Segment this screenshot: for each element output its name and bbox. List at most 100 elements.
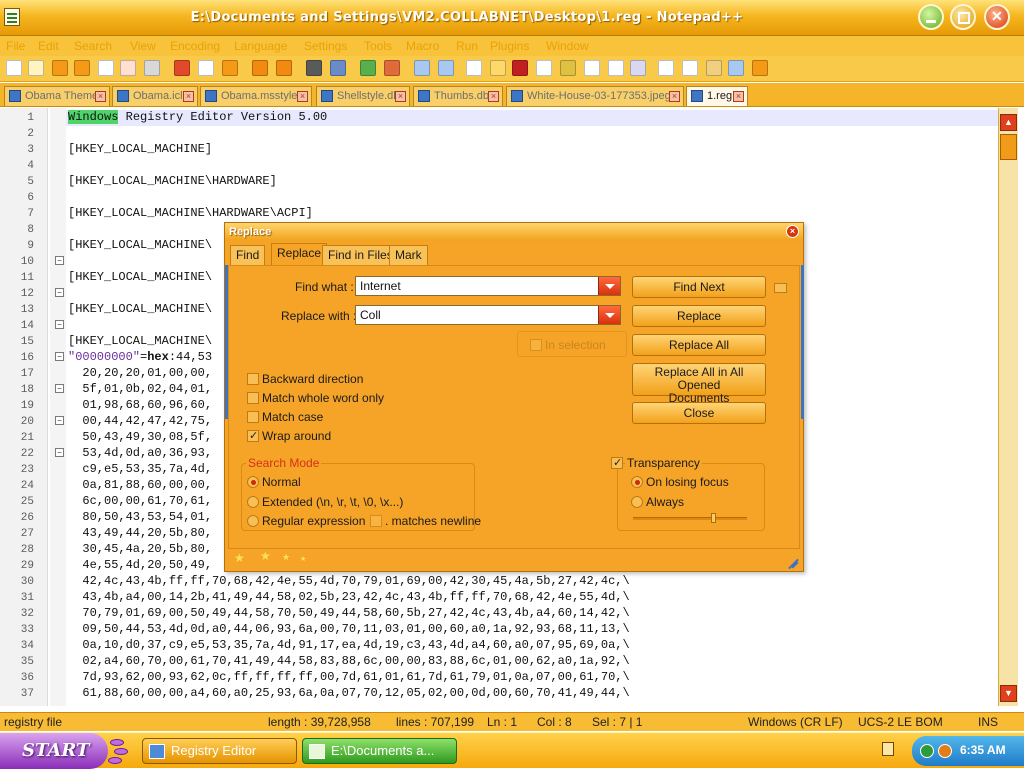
monitoring-icon[interactable] [630, 60, 646, 76]
tab-find[interactable]: Find [230, 245, 266, 265]
maximize-button[interactable] [950, 4, 976, 30]
menu-settings[interactable]: Settings [304, 39, 347, 53]
all-chars-icon[interactable] [490, 60, 506, 76]
fold-toggle[interactable]: − [55, 256, 64, 265]
zoom-out-icon[interactable] [384, 60, 400, 76]
match-whole-word-checkbox[interactable] [247, 392, 259, 404]
cut-icon[interactable] [174, 60, 190, 76]
open-file-icon[interactable] [28, 60, 44, 76]
save-all-icon[interactable] [74, 60, 90, 76]
menu-tools[interactable]: Tools [364, 39, 392, 53]
close-icon[interactable]: × [669, 91, 680, 102]
udl-icon[interactable] [536, 60, 552, 76]
menu-view[interactable]: View [130, 39, 156, 53]
minimize-button[interactable] [918, 4, 944, 30]
fold-toggle[interactable]: − [55, 320, 64, 329]
word-wrap-icon[interactable] [466, 60, 482, 76]
start-button[interactable]: START [0, 733, 108, 769]
save-icon[interactable] [52, 60, 68, 76]
find-what-combobox[interactable]: Internet [355, 276, 621, 296]
volume-icon[interactable] [938, 744, 952, 758]
status-ins[interactable]: INS [978, 715, 998, 729]
print-icon[interactable] [144, 60, 160, 76]
close-icon[interactable]: × [395, 91, 406, 102]
tab-mark[interactable]: Mark [389, 245, 428, 265]
fold-toggle[interactable]: − [55, 352, 64, 361]
menu-edit[interactable]: Edit [38, 39, 59, 53]
tab-obama-icl[interactable]: Obama.icl × [112, 86, 198, 106]
new-file-icon[interactable] [6, 60, 22, 76]
wrap-around-checkbox[interactable] [247, 429, 259, 442]
tab-find-in-files[interactable]: Find in Files [322, 245, 399, 265]
dropdown-arrow-icon[interactable] [598, 306, 620, 324]
transparency-checkbox[interactable] [611, 456, 623, 469]
copy-icon[interactable] [198, 60, 214, 76]
function-list-icon[interactable] [584, 60, 600, 76]
close-button[interactable] [984, 4, 1010, 30]
resize-grip-icon[interactable] [785, 553, 799, 567]
on-losing-focus-radio[interactable] [631, 476, 643, 488]
scroll-up-icon[interactable] [1000, 114, 1017, 131]
find-next-option[interactable] [774, 283, 787, 293]
close-icon[interactable]: × [733, 91, 744, 102]
always-radio[interactable] [631, 496, 643, 508]
close-icon[interactable]: × [297, 91, 308, 102]
matches-newline-checkbox[interactable] [370, 515, 382, 527]
close-icon[interactable]: × [183, 91, 194, 102]
tab-replace[interactable]: Replace [271, 243, 328, 265]
fold-toggle[interactable]: − [55, 384, 64, 393]
stop-macro-icon[interactable] [682, 60, 698, 76]
notepad-app-icon[interactable] [4, 8, 20, 26]
vertical-scrollbar[interactable] [998, 108, 1018, 706]
close-file-icon[interactable] [98, 60, 114, 76]
transparency-slider[interactable] [633, 517, 747, 520]
tab-obama-theme[interactable]: Obama Theme × [4, 86, 110, 106]
fold-toggle[interactable]: − [55, 416, 64, 425]
replace-button[interactable]: Replace [632, 305, 766, 327]
undo-icon[interactable] [252, 60, 268, 76]
replace-all-opened-button[interactable]: Replace All in All Opened Documents [632, 363, 766, 405]
menu-language[interactable]: Language [234, 39, 287, 53]
menu-encoding[interactable]: Encoding [170, 39, 220, 53]
menu-macro[interactable]: Macro [406, 39, 439, 53]
tab-1-reg[interactable]: 1.reg × [686, 86, 748, 106]
folder-workspace-icon[interactable] [608, 60, 624, 76]
fold-toggle[interactable]: − [55, 448, 64, 457]
play-multiple-icon[interactable] [728, 60, 744, 76]
menu-search[interactable]: Search [74, 39, 112, 53]
taskbar-notepad[interactable]: E:\Documents a... [302, 738, 457, 764]
close-icon[interactable]: × [488, 91, 499, 102]
dialog-close-icon[interactable]: × [786, 225, 799, 238]
find-next-button[interactable]: Find Next [632, 276, 766, 298]
play-macro-icon[interactable] [706, 60, 722, 76]
mode-regex-radio[interactable] [247, 515, 259, 527]
in-selection-checkbox[interactable] [530, 339, 542, 351]
dropdown-arrow-icon[interactable] [598, 277, 620, 295]
sync-horizontal-icon[interactable] [438, 60, 454, 76]
status-encoding[interactable]: UCS-2 LE BOM [858, 715, 943, 729]
tray-printer-icon[interactable] [882, 742, 894, 756]
transparency-slider-thumb[interactable] [711, 513, 716, 523]
tab-obama-msstyles[interactable]: Obama.msstyles × [200, 86, 312, 106]
replace-with-combobox[interactable]: Coll [355, 305, 621, 325]
replace-all-button[interactable]: Replace All [632, 334, 766, 356]
paste-icon[interactable] [222, 60, 238, 76]
indent-guide-icon[interactable] [512, 60, 528, 76]
find-icon[interactable] [306, 60, 322, 76]
close-button[interactable]: Close [632, 402, 766, 424]
tab-shellstyle-dll[interactable]: Shellstyle.dll × [316, 86, 410, 106]
dialog-title-bar[interactable]: Replace × [225, 223, 803, 241]
status-eol[interactable]: Windows (CR LF) [748, 715, 843, 729]
tab-thumbs-db[interactable]: Thumbs.db × [413, 86, 503, 106]
mode-extended-radio[interactable] [247, 496, 259, 508]
replace-icon[interactable] [330, 60, 346, 76]
tab-white-house-jpeg[interactable]: White-House-03-177353.jpeg × [506, 86, 684, 106]
network-icon[interactable] [920, 744, 934, 758]
menu-plugins[interactable]: Plugins [490, 39, 529, 53]
menu-file[interactable]: File [6, 39, 25, 53]
doc-map-icon[interactable] [560, 60, 576, 76]
zoom-in-icon[interactable] [360, 60, 376, 76]
clock[interactable]: 6:35 AM [960, 743, 1006, 757]
mode-normal-radio[interactable] [247, 476, 259, 488]
sync-vertical-icon[interactable] [414, 60, 430, 76]
